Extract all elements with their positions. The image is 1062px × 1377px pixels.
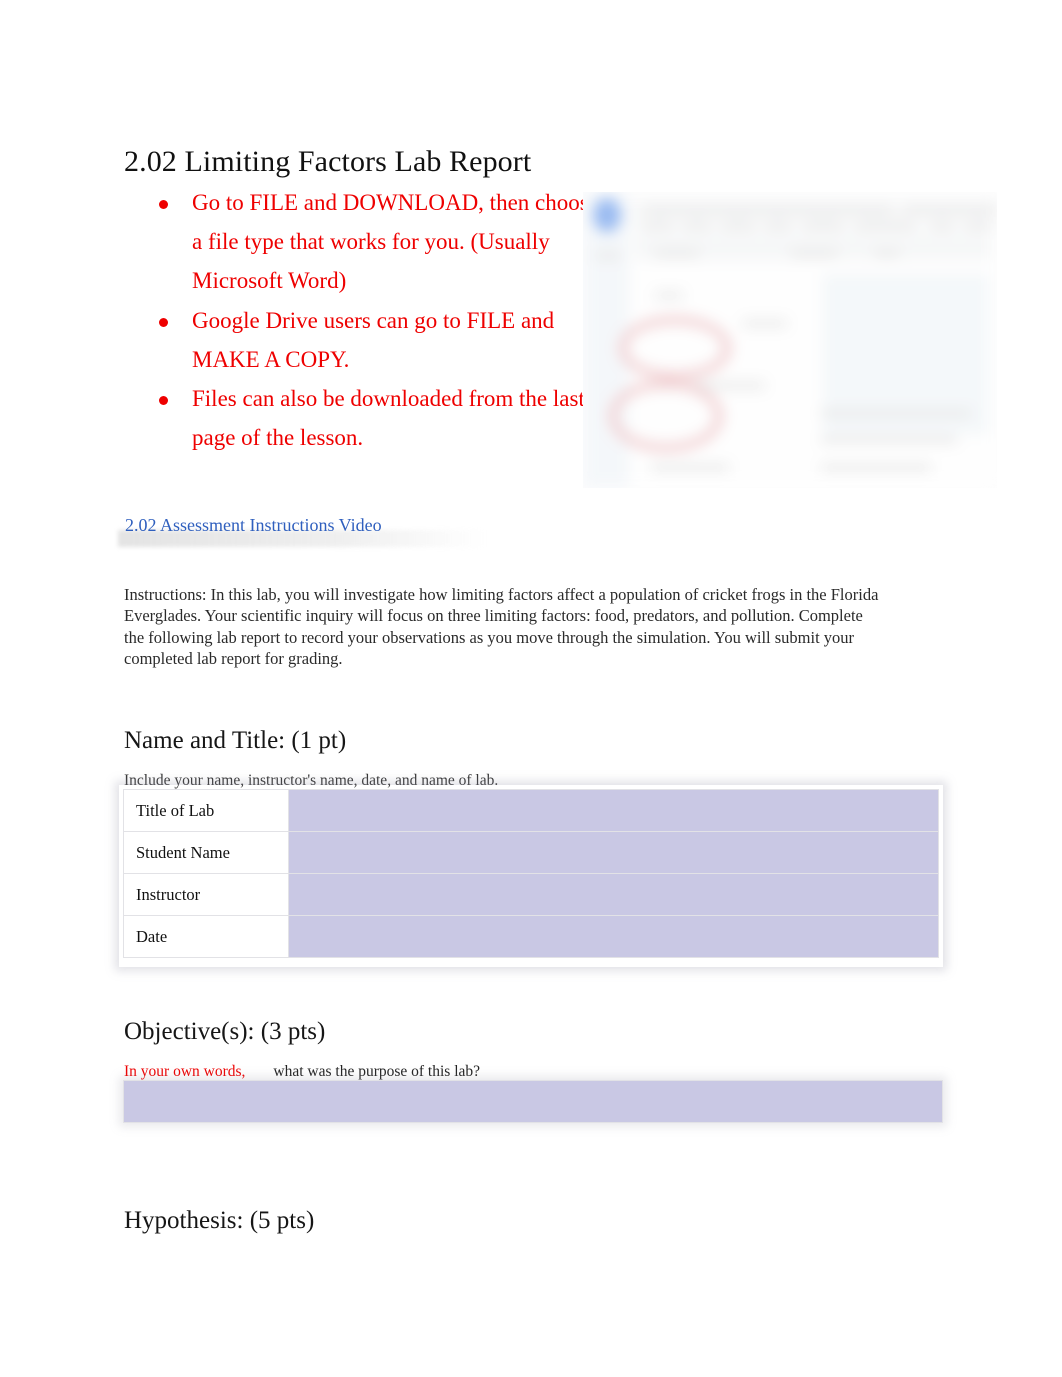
list-item-text: Files can also be downloaded from the la…	[192, 386, 585, 451]
figure-line	[683, 222, 711, 229]
figure-line	[855, 222, 915, 229]
document-page: 2.02 Limiting Factors Lab Report Go to F…	[0, 0, 1062, 1377]
figure-line	[595, 252, 621, 259]
figure-annotation-circle	[609, 380, 723, 452]
objectives-answer-field[interactable]	[123, 1080, 943, 1123]
list-item-text: Google Drive users can go to FILE and MA…	[192, 307, 555, 372]
figure-line	[821, 436, 957, 443]
figure-line	[765, 222, 791, 229]
table-label-student-name: Student Name	[123, 831, 289, 874]
figure-line	[721, 222, 755, 229]
blurred-screenshot-image	[583, 192, 997, 488]
table-label-date: Date	[123, 915, 289, 958]
figure-content	[583, 192, 997, 488]
objectives-prompt-emphasis: In your own words,	[124, 1062, 246, 1080]
video-link-container[interactable]: 2.02 Assessment Instructions Video	[118, 512, 498, 547]
bullet-dot-icon	[159, 396, 168, 406]
figure-line	[821, 410, 971, 417]
bullet-dot-icon	[159, 200, 168, 209]
table-row: Date	[123, 915, 939, 958]
bullet-dot-icon	[159, 317, 168, 327]
figure-line	[875, 250, 899, 257]
section-heading-hypothesis: Hypothesis: (5 pts)	[124, 1206, 315, 1234]
figure-line	[651, 464, 729, 471]
list-item: Files can also be downloaded from the la…	[150, 379, 610, 457]
list-item: Go to FILE and DOWNLOAD, then choose a f…	[150, 183, 610, 301]
name-and-title-table: Title of Lab Student Name Instructor Dat…	[123, 789, 939, 958]
figure-line	[643, 206, 893, 213]
table-input-student-name[interactable]	[288, 831, 939, 874]
table-input-date[interactable]	[288, 915, 939, 958]
figure-line	[743, 320, 787, 327]
figure-blue-avatar-icon	[593, 198, 621, 232]
table-label-title-of-lab: Title of Lab	[123, 789, 289, 832]
download-instructions-list: Go to FILE and DOWNLOAD, then choose a f…	[150, 183, 610, 457]
section-heading-objectives: Objective(s): (3 pts)	[124, 1017, 326, 1045]
figure-line	[965, 222, 991, 229]
table-row: Instructor	[123, 873, 939, 916]
section-heading-name-and-title: Name and Title: (1 pt)	[124, 726, 347, 754]
name-section-note: Include your name, instructor's name, da…	[124, 771, 499, 789]
table-input-title-of-lab[interactable]	[288, 789, 939, 832]
figure-line	[903, 206, 997, 213]
figure-line	[803, 222, 843, 229]
page-title: 2.02 Limiting Factors Lab Report	[124, 145, 532, 179]
table-row: Title of Lab	[123, 789, 939, 832]
figure-line	[821, 464, 931, 471]
figure-line	[655, 292, 683, 299]
list-item-text: Go to FILE and DOWNLOAD, then choose a f…	[192, 190, 599, 294]
table-row: Student Name	[123, 831, 939, 874]
table-input-instructor[interactable]	[288, 873, 939, 916]
figure-line	[643, 222, 673, 229]
objectives-prompt-question: what was the purpose of this lab?	[273, 1062, 481, 1080]
figure-line	[655, 250, 699, 257]
figure-line	[791, 250, 837, 257]
assessment-instructions-video-link[interactable]: 2.02 Assessment Instructions Video	[125, 512, 382, 539]
list-item: Google Drive users can go to FILE and MA…	[150, 301, 610, 379]
objectives-prompt: In your own words, what was the purpose o…	[124, 1062, 480, 1082]
lab-instructions-paragraph: Instructions: In this lab, you will inve…	[124, 584, 879, 669]
figure-line	[931, 222, 953, 229]
figure-annotation-circle	[619, 316, 731, 380]
table-label-instructor: Instructor	[123, 873, 289, 916]
